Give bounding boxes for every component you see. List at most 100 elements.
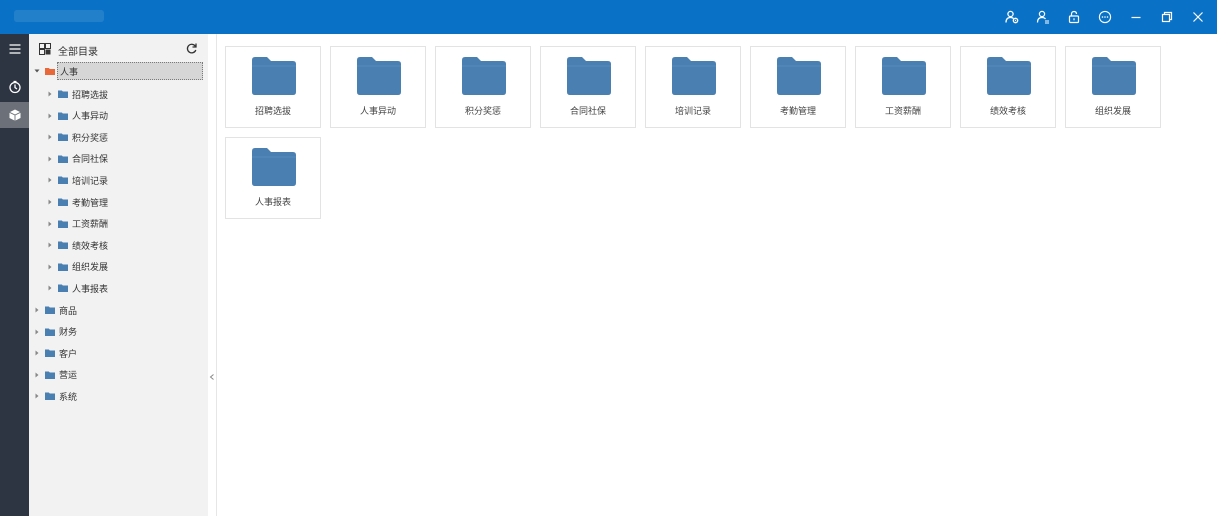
tree-item-child[interactable]: 人事报表: [45, 279, 108, 297]
folder-tile[interactable]: 绩效考核: [960, 46, 1056, 128]
tree-item-top-level[interactable]: 营运: [32, 366, 77, 384]
folder-icon: [252, 148, 296, 186]
directory-tree-panel: 全部目录 人事 招聘选拔人事异动积分奖惩合同社保培训记录考勤管理工资薪酬绩效考核…: [29, 34, 209, 516]
folder-icon: [58, 90, 68, 98]
folder-tile-label: 绩效考核: [989, 107, 1026, 117]
app-title: [14, 10, 104, 22]
more-icon[interactable]: [1094, 6, 1116, 28]
cube-icon[interactable]: [0, 102, 29, 128]
folder-icon: [58, 198, 68, 206]
folder-icon: [462, 57, 506, 95]
collapse-arrow-icon[interactable]: [209, 373, 215, 381]
folder-icon: [58, 263, 68, 271]
caret-right-icon[interactable]: [32, 370, 42, 380]
folder-tile[interactable]: 工资薪酬: [855, 46, 951, 128]
tree-item-top-level[interactable]: 客户: [32, 344, 77, 362]
tree-item-child[interactable]: 招聘选拔: [45, 85, 108, 103]
tree-item-root-expanded[interactable]: 人事: [32, 62, 205, 80]
folder-tile[interactable]: 培训记录: [645, 46, 741, 128]
caret-right-icon[interactable]: [45, 262, 55, 272]
caret-right-icon[interactable]: [32, 327, 42, 337]
lock-icon[interactable]: [1063, 6, 1085, 28]
user-settings-icon[interactable]: [1001, 6, 1023, 28]
refresh-icon[interactable]: [185, 42, 198, 55]
tree-item-label: 招聘选拔: [72, 90, 109, 101]
folder-tile-label: 招聘选拔: [254, 107, 291, 117]
history-icon[interactable]: [0, 74, 29, 100]
tree-item-label: 人事异动: [72, 112, 109, 123]
caret-right-icon[interactable]: [45, 175, 55, 185]
folder-tile-label: 组织发展: [1094, 107, 1131, 117]
folder-icon: [58, 133, 68, 142]
folder-tile[interactable]: 考勤管理: [750, 46, 846, 128]
tree-item-child[interactable]: 绩效考核: [45, 236, 108, 254]
folder-tile[interactable]: 招聘选拔: [225, 46, 321, 128]
caret-right-icon[interactable]: [45, 219, 55, 229]
folder-icon: [882, 57, 926, 95]
tree-item-child[interactable]: 培训记录: [45, 171, 108, 189]
folder-tile-label: 人事报表: [254, 198, 291, 208]
folder-icon: [45, 306, 55, 314]
folder-icon: [987, 57, 1031, 95]
caret-right-icon[interactable]: [45, 89, 55, 99]
folder-icon: [672, 57, 716, 95]
tree-item-label: 商品: [59, 306, 78, 317]
folder-tile[interactable]: 人事报表: [225, 137, 321, 219]
minimize-icon[interactable]: [1125, 6, 1147, 28]
tree-item-top-level[interactable]: 商品: [32, 301, 77, 319]
restore-icon[interactable]: [1156, 6, 1178, 28]
caret-right-icon[interactable]: [32, 348, 42, 358]
menu-icon[interactable]: [0, 36, 29, 62]
tree-item-child[interactable]: 工资薪酬: [45, 215, 108, 233]
tree-item-label: 组织发展: [72, 263, 109, 274]
tree-header: 全部目录: [29, 34, 208, 64]
folder-icon: [357, 57, 401, 95]
folder-icon: [567, 57, 611, 95]
caret-right-icon[interactable]: [45, 154, 55, 164]
caret-right-icon[interactable]: [45, 132, 55, 142]
folder-icon: [58, 220, 68, 228]
caret-right-icon[interactable]: [32, 305, 42, 315]
folder-tile[interactable]: 合同社保: [540, 46, 636, 128]
folder-icon: [45, 349, 55, 357]
folder-icon: [58, 112, 68, 120]
tree-item-child[interactable]: 组织发展: [45, 258, 108, 276]
caret-right-icon[interactable]: [45, 240, 55, 250]
folder-icon: [252, 57, 296, 95]
tree-item-child[interactable]: 人事异动: [45, 107, 108, 125]
folder-tile[interactable]: 积分奖惩: [435, 46, 531, 128]
caret-right-icon[interactable]: [45, 111, 55, 121]
caret-right-icon[interactable]: [45, 197, 55, 207]
caret-right-icon[interactable]: [45, 283, 55, 293]
tree-item-child[interactable]: 合同社保: [45, 150, 108, 168]
tree-item-child[interactable]: 考勤管理: [45, 193, 108, 211]
folder-tile-label: 人事异动: [359, 107, 396, 117]
left-rail: [0, 34, 29, 516]
tree-item-label: 绩效考核: [72, 241, 109, 252]
user-switch-icon[interactable]: [1032, 6, 1054, 28]
title-bar: [0, 0, 1217, 34]
tree-item-label: 工资薪酬: [72, 220, 109, 231]
folder-grid: 招聘选拔 人事异动 积分奖惩 合同社保 培训记录 考勤管理 工资薪酬 绩效考核 组织发展人事报表: [217, 34, 1217, 516]
folder-icon: [777, 57, 821, 95]
all-directories-label: 全部目录: [58, 47, 98, 58]
tree-item-top-level[interactable]: 系统: [32, 387, 77, 405]
folder-tile-label: 培训记录: [674, 107, 711, 117]
folder-tile[interactable]: 人事异动: [330, 46, 426, 128]
panel-splitter[interactable]: [208, 34, 217, 516]
tree-item-label: 考勤管理: [72, 198, 109, 209]
tree-item-label: 培训记录: [72, 176, 109, 187]
folder-icon: [58, 241, 68, 250]
folder-tile-label: 积分奖惩: [464, 107, 501, 117]
folder-tile[interactable]: 组织发展: [1065, 46, 1161, 128]
folder-icon: [58, 155, 68, 163]
folder-icon: [45, 392, 55, 400]
close-icon[interactable]: [1187, 6, 1209, 28]
tree-item-label: 合同社保: [72, 155, 109, 166]
tree-item-top-level[interactable]: 财务: [32, 323, 77, 341]
folder-icon: [1092, 57, 1136, 95]
caret-down-icon[interactable]: [32, 66, 42, 76]
caret-right-icon[interactable]: [32, 391, 42, 401]
tree-item-child[interactable]: 积分奖惩: [45, 128, 108, 146]
grid-icon: [39, 43, 51, 55]
